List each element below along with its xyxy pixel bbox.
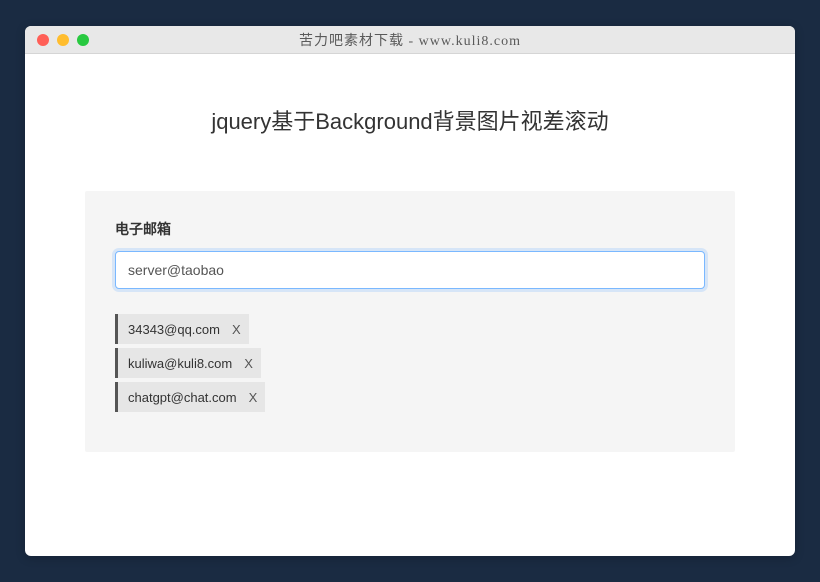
tag-text: chatgpt@chat.com (118, 390, 247, 405)
maximize-icon[interactable] (77, 34, 89, 46)
email-tag: kuliwa@kuli8.com X (115, 348, 261, 378)
tag-list: 34343@qq.com X kuliwa@kuli8.com X chatgp… (115, 314, 705, 412)
email-tag: chatgpt@chat.com X (115, 382, 265, 412)
close-icon[interactable]: X (242, 356, 261, 371)
close-icon[interactable]: X (247, 390, 266, 405)
page-title: jquery基于Background背景图片视差滚动 (85, 104, 735, 136)
tag-text: kuliwa@kuli8.com (118, 356, 242, 371)
email-label: 电子邮箱 (115, 219, 705, 239)
content-area: jquery基于Background背景图片视差滚动 电子邮箱 34343@qq… (25, 54, 795, 482)
tag-text: 34343@qq.com (118, 322, 230, 337)
close-icon[interactable] (37, 34, 49, 46)
close-icon[interactable]: X (230, 322, 249, 337)
app-window: 苦力吧素材下载 - www.kuli8.com jquery基于Backgrou… (25, 26, 795, 556)
form-panel: 电子邮箱 34343@qq.com X kuliwa@kuli8.com X c… (85, 191, 735, 452)
email-input[interactable] (115, 251, 705, 289)
titlebar: 苦力吧素材下载 - www.kuli8.com (25, 26, 795, 54)
window-title: 苦力吧素材下载 - www.kuli8.com (37, 30, 783, 50)
minimize-icon[interactable] (57, 34, 69, 46)
email-tag: 34343@qq.com X (115, 314, 249, 344)
traffic-lights (37, 34, 89, 46)
